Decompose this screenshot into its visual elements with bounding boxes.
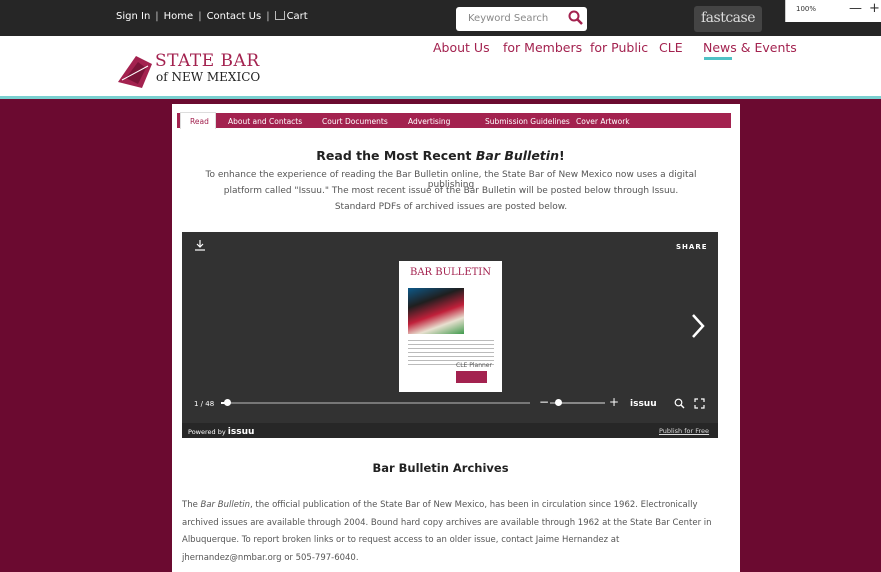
powered-by-brand: issuu — [227, 427, 255, 437]
nav-for-members[interactable]: for Members — [503, 40, 582, 55]
cover-badge — [456, 371, 487, 383]
separator: | — [198, 11, 202, 22]
archives-line: The Bar Bulletin, the official publicati… — [182, 497, 722, 515]
search-zoom-icon[interactable] — [674, 398, 685, 409]
nav-for-public[interactable]: for Public — [590, 40, 648, 55]
tab-read-label[interactable]: Read — [190, 117, 209, 126]
state-bar-logo-icon[interactable] — [116, 52, 156, 92]
issuu-logo[interactable]: issuu — [630, 399, 657, 409]
archives-line1: , the official publication of the State … — [250, 500, 698, 510]
tab-submission-guidelines[interactable]: Submission Guidelines — [485, 117, 570, 126]
viewer-footer — [182, 423, 718, 438]
utility-links: Sign In | Home | Contact Us | Cart — [116, 11, 308, 22]
page-scrubber-knob[interactable] — [224, 399, 231, 406]
search-box[interactable]: Keyword Search — [456, 7, 587, 31]
fullscreen-icon[interactable] — [694, 398, 705, 409]
page-title-prefix: Read the Most Recent — [316, 148, 476, 163]
archives-lead: The — [182, 500, 201, 510]
zoom-out-icon[interactable]: − — [539, 395, 549, 409]
page-title-emphasis: Bar Bulletin — [475, 148, 559, 163]
cart-icon[interactable] — [274, 11, 285, 20]
cover-badge-label: CLE Planner — [456, 362, 492, 369]
header-divider — [0, 96, 881, 99]
page-scrubber[interactable] — [221, 402, 530, 404]
sign-in-link[interactable]: Sign In — [116, 11, 150, 22]
intro-line: Standard PDFs of archived issues are pos… — [334, 202, 568, 212]
zoom-control: 100% — + — [785, 0, 881, 22]
search-icon[interactable] — [568, 10, 584, 26]
archives-line: Albuquerque. To report broken links or t… — [182, 535, 620, 545]
zoom-out-button[interactable]: — — [849, 1, 862, 16]
intro-line: platform called "Issuu." The most recent… — [223, 186, 679, 196]
contact-us-link[interactable]: Contact Us — [207, 11, 262, 22]
home-link[interactable]: Home — [164, 11, 194, 22]
zoom-level: 100% — [796, 5, 817, 13]
archives-paragraph: The Bar Bulletin, the official publicati… — [182, 497, 722, 567]
separator: | — [155, 11, 159, 22]
download-icon[interactable] — [194, 239, 206, 251]
page-title-suffix: ! — [558, 148, 565, 163]
tab-cover-artwork[interactable]: Cover Artwork — [576, 117, 630, 126]
separator: | — [266, 11, 270, 22]
cart-link[interactable]: Cart — [287, 11, 308, 22]
nav-about-us[interactable]: About Us — [433, 40, 490, 55]
tab-court-documents[interactable]: Court Documents — [322, 117, 388, 126]
tab-advertising[interactable]: Advertising — [408, 117, 450, 126]
next-page-icon[interactable] — [690, 312, 706, 340]
active-nav-indicator — [704, 57, 732, 60]
cover-artwork — [408, 288, 464, 334]
search-input[interactable]: Keyword Search — [468, 13, 548, 24]
archives-line: archived issues are available through 20… — [182, 517, 712, 528]
archives-emphasis: Bar Bulletin — [200, 500, 251, 510]
fastcase-logo[interactable]: fastcase — [694, 6, 762, 32]
page-title: Read the Most Recent Bar Bulletin! — [0, 148, 881, 163]
share-button[interactable]: SHARE — [676, 243, 708, 251]
zoom-in-button[interactable]: + — [869, 1, 880, 16]
zoom-in-icon[interactable]: + — [609, 395, 619, 409]
viewer-zoom-knob[interactable] — [555, 399, 562, 406]
logo-subtitle[interactable]: of NEW MEXICO — [156, 70, 260, 84]
logo-title[interactable]: STATE BAR — [155, 51, 260, 71]
archives-heading: Bar Bulletin Archives — [372, 461, 509, 475]
tab-about-and-contacts[interactable]: About and Contacts — [228, 117, 302, 126]
nav-news-events[interactable]: News & Events — [703, 40, 797, 55]
archives-line: jhernandez@nmbar.org or 505-797-6040. — [182, 552, 359, 563]
nav-cle[interactable]: CLE — [659, 40, 683, 55]
page-indicator: 1 / 48 — [194, 400, 215, 408]
publish-for-free-link[interactable]: Publish for Free — [659, 427, 709, 435]
cover-title: BAR BULLETIN — [409, 267, 491, 278]
powered-by-issuu[interactable]: Powered by issuu — [188, 427, 254, 437]
powered-by-label: Powered by — [188, 428, 226, 436]
